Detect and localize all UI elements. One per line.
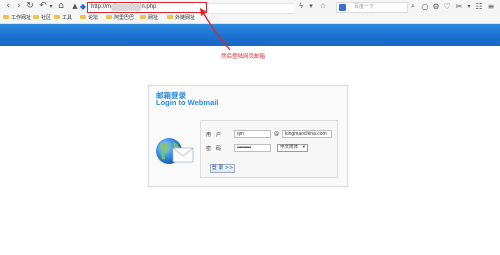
search-box[interactable]: 百度一下	[336, 2, 408, 13]
search-placeholder: 百度一下	[354, 4, 375, 10]
bookmark-item[interactable]: 论坛	[80, 15, 98, 22]
language-select[interactable]: 中文简体 ▾	[277, 144, 308, 152]
search-engine-icon[interactable]	[339, 4, 346, 11]
password-label: 密 码	[206, 146, 222, 152]
folder-icon	[140, 15, 146, 19]
folder-icon	[167, 15, 173, 19]
star-icon[interactable]: ☆	[318, 1, 328, 12]
domain-input[interactable]: kingmaochina.com	[282, 130, 332, 138]
annotation-arrow	[200, 8, 231, 51]
address-bar[interactable]: http://mai .com/login.php	[87, 2, 207, 13]
password-input[interactable]: •••••••••••	[234, 144, 271, 152]
menu-icon[interactable]: ≡	[486, 1, 496, 12]
annotation-text: 然后登陆网页邮箱	[221, 54, 266, 60]
globe-mail-icon	[156, 138, 194, 164]
dropdown-arrow-icon[interactable]: ▾	[464, 1, 474, 12]
language-selected: 中文简体	[280, 145, 298, 150]
bookmark-item[interactable]: 工作网址	[3, 15, 31, 22]
bookmarks-bar: 工作网址 社区 工具 论坛 阿里巴巴 网址 外链网址	[0, 14, 500, 24]
back-icon[interactable]: ‹	[3, 1, 13, 12]
home-icon[interactable]: ⌂	[56, 1, 66, 12]
browser-toolbar: ‹ › ↻ ↶ ▾ ⌂ ▲ ◆ http://mai .com/login.ph…	[0, 0, 500, 15]
dropdown-arrow-icon[interactable]: ▾	[46, 1, 56, 12]
extensions-grid-icon[interactable]: ☷	[474, 1, 484, 12]
forward-icon[interactable]: ›	[14, 1, 24, 12]
folder-icon	[80, 15, 86, 19]
folder-icon	[106, 15, 112, 19]
bookmark-label: 阿里巴巴	[114, 15, 135, 21]
bookmark-label: 网址	[148, 15, 159, 21]
chat-icon[interactable]: ○	[420, 1, 430, 12]
bookmark-item[interactable]: 外链网址	[167, 15, 195, 22]
user-label: 用 户	[206, 132, 222, 138]
chevron-down-icon: ▾	[302, 145, 305, 150]
bookmark-item[interactable]: 网址	[140, 15, 158, 22]
bookmark-item[interactable]: 工具	[54, 15, 72, 22]
scissors-icon[interactable]: ✂	[454, 1, 464, 12]
folder-icon	[33, 15, 39, 19]
login-title-en: Login to Webmail	[156, 98, 219, 107]
address-redaction	[111, 4, 141, 11]
bookmark-label: 外链网址	[175, 15, 196, 21]
bookmark-label: 工具	[62, 15, 73, 21]
bookmark-label: 社区	[41, 15, 52, 21]
bookmark-label: 工作网址	[11, 15, 32, 21]
username-input[interactable]: qm	[234, 130, 271, 138]
reload-icon[interactable]: ↻	[25, 1, 35, 12]
search-icon[interactable]: ⌕	[408, 1, 418, 12]
bookmark-item[interactable]: 社区	[33, 15, 51, 22]
bookmark-label: 论坛	[88, 15, 99, 21]
heart-icon[interactable]: ♡	[442, 1, 452, 12]
header-banner	[0, 24, 500, 46]
settings-icon[interactable]: ⚙	[431, 1, 441, 12]
folder-icon	[3, 15, 9, 19]
at-symbol: @	[274, 131, 279, 137]
dropdown-arrow-icon[interactable]: ▾	[306, 1, 316, 12]
bookmark-item[interactable]: 阿里巴巴	[106, 15, 134, 22]
folder-icon	[54, 15, 60, 19]
login-button[interactable]: 登 录 >>	[210, 164, 235, 173]
lightning-icon[interactable]: ϟ	[296, 1, 306, 12]
